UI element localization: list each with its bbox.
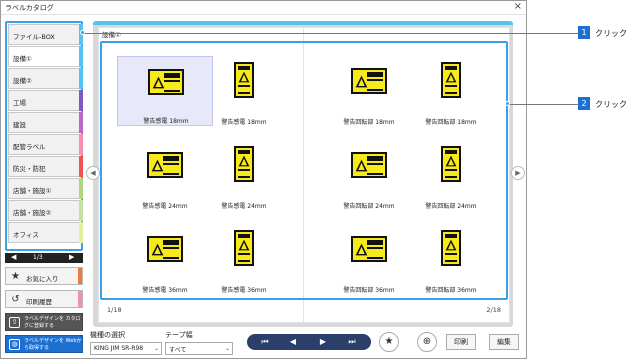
tape-width-label: テープ幅	[165, 331, 193, 339]
window-title: ラベルカタログ	[5, 4, 54, 12]
page-navigation: ⏮ ◀ ▶ ⏭	[247, 334, 371, 350]
warning-label-image	[234, 62, 254, 98]
label-caption: 警告回転部 36mm	[425, 287, 477, 294]
first-page-icon[interactable]: ⏮	[253, 336, 277, 348]
warning-label-image	[351, 68, 387, 94]
register-label: ラベルデザインを カタログに登録する	[24, 316, 81, 329]
pager-prev-icon[interactable]: ◀	[11, 253, 16, 261]
category-factory[interactable]: 工場	[8, 90, 83, 111]
model-select-label: 機種の選択	[90, 331, 125, 339]
category-equipment-2[interactable]: 設備②	[8, 68, 83, 89]
web-label: ラベルデザインを Webから取得する	[24, 338, 82, 351]
category-pager: ◀ 1/3 ▶	[5, 253, 83, 263]
warning-label-image	[147, 236, 183, 262]
warning-label-image	[441, 146, 461, 182]
history-icon: ↺	[11, 294, 20, 305]
category-label: 設備②	[13, 77, 32, 85]
label-item[interactable]: 警告回転部 36mm	[403, 224, 499, 294]
category-label: オフィス	[13, 231, 39, 239]
web-design-button[interactable]: ◍ ラベルデザインを Webから取得する	[5, 335, 83, 353]
category-label: ファイル-BOX	[13, 33, 55, 41]
callout-text-1: クリック	[595, 29, 627, 38]
label-item[interactable]: 警告感電 18mm	[196, 56, 292, 126]
label-item[interactable]: 警告回転部 18mm	[403, 56, 499, 126]
favorites-label: お気に入り	[26, 275, 59, 283]
right-page-number: 2/18	[486, 306, 501, 314]
category-store-1[interactable]: 店舗・施設①	[8, 178, 83, 199]
label-item[interactable]: 警告感電 24mm	[196, 140, 292, 210]
category-office[interactable]: オフィス	[8, 222, 83, 243]
catalog-window: ラベルカタログ × ファイル-BOX 設備① 設備② 工場 建設 配管ラベル 防…	[0, 0, 527, 359]
prev-page-icon[interactable]: ◀	[281, 336, 305, 348]
print-button[interactable]: 印刷	[446, 334, 476, 350]
tape-width-select[interactable]: すべて ⌄	[165, 342, 233, 355]
category-label: 工場	[13, 99, 26, 107]
label-item[interactable]: 警告回転部 24mm	[403, 140, 499, 210]
label-caption: 警告感電 18mm	[221, 119, 267, 126]
warning-label-image	[148, 69, 184, 95]
category-disaster[interactable]: 防災・防犯	[8, 156, 83, 177]
category-file-box[interactable]: ファイル-BOX	[8, 24, 83, 45]
category-label: 店舗・施設②	[13, 209, 52, 217]
warning-label-image	[441, 230, 461, 266]
register-design-button[interactable]: ⇧ ラベルデザインを カタログに登録する	[5, 313, 83, 331]
book-top-bar	[93, 21, 513, 25]
warning-label-image	[351, 236, 387, 262]
callout-badge-1: 1	[578, 26, 590, 39]
chevron-down-icon: ⌄	[224, 345, 230, 352]
category-piping[interactable]: 配管ラベル	[8, 134, 83, 155]
label-caption: 警告感電 36mm	[221, 287, 267, 294]
history-label: 印刷履歴	[26, 298, 52, 306]
category-label: 防災・防犯	[13, 165, 46, 173]
edit-button[interactable]: 編集	[489, 334, 519, 350]
tape-width-value: すべて	[169, 347, 187, 354]
favorites-button[interactable]: ★ お気に入り	[5, 267, 83, 285]
category-construction[interactable]: 建設	[8, 112, 83, 133]
warning-label-image	[441, 62, 461, 98]
next-page-arrow-icon[interactable]: ▶	[511, 166, 525, 180]
warning-label-image	[351, 152, 387, 178]
chevron-down-icon: ⌄	[153, 345, 159, 352]
warning-label-image	[147, 152, 183, 178]
label-item[interactable]: 警告感電 36mm	[196, 224, 292, 294]
category-label: 設備①	[13, 55, 32, 63]
close-icon[interactable]: ×	[514, 1, 522, 12]
prev-page-arrow-icon[interactable]: ◀	[86, 166, 100, 180]
title-bar: ラベルカタログ ×	[1, 1, 526, 15]
left-page-number: 1/18	[107, 306, 122, 314]
category-store-2[interactable]: 店舗・施設②	[8, 200, 83, 221]
category-sidebar: ファイル-BOX 設備① 設備② 工場 建設 配管ラベル 防災・防犯 店舗・施設…	[5, 21, 83, 251]
model-select[interactable]: KING JIM SR-R98 ⌄	[90, 342, 162, 355]
model-select-value: KING JIM SR-R98	[94, 345, 144, 352]
pager-next-icon[interactable]: ▶	[69, 253, 74, 261]
globe-icon: ◍	[9, 339, 20, 350]
warning-label-image	[234, 146, 254, 182]
label-caption: 警告感電 24mm	[221, 203, 267, 210]
pager-text: 1/3	[33, 254, 43, 261]
category-label: 店舗・施設①	[13, 187, 52, 195]
callout-line-1	[82, 33, 578, 34]
zoom-icon[interactable]: ⊕	[417, 332, 437, 352]
category-label: 建設	[13, 121, 26, 129]
next-page-icon[interactable]: ▶	[311, 336, 335, 348]
section-title: 設備①	[102, 31, 121, 39]
category-equipment-1[interactable]: 設備①	[8, 46, 83, 67]
warning-label-image	[234, 230, 254, 266]
label-caption: 警告回転部 18mm	[425, 119, 477, 126]
category-label: 配管ラベル	[13, 143, 46, 151]
print-history-button[interactable]: ↺ 印刷履歴	[5, 290, 83, 308]
callout-dot-2	[505, 101, 510, 106]
star-icon: ★	[11, 271, 20, 282]
callout-text-2: クリック	[595, 100, 627, 109]
favorite-star-icon[interactable]: ★	[379, 332, 399, 352]
last-page-icon[interactable]: ⏭	[340, 336, 364, 348]
callout-badge-2: 2	[578, 97, 590, 110]
callout-dot-1	[80, 30, 85, 35]
label-caption: 警告回転部 24mm	[425, 203, 477, 210]
callout-line-2	[507, 104, 578, 105]
upload-icon: ⇧	[9, 317, 20, 328]
